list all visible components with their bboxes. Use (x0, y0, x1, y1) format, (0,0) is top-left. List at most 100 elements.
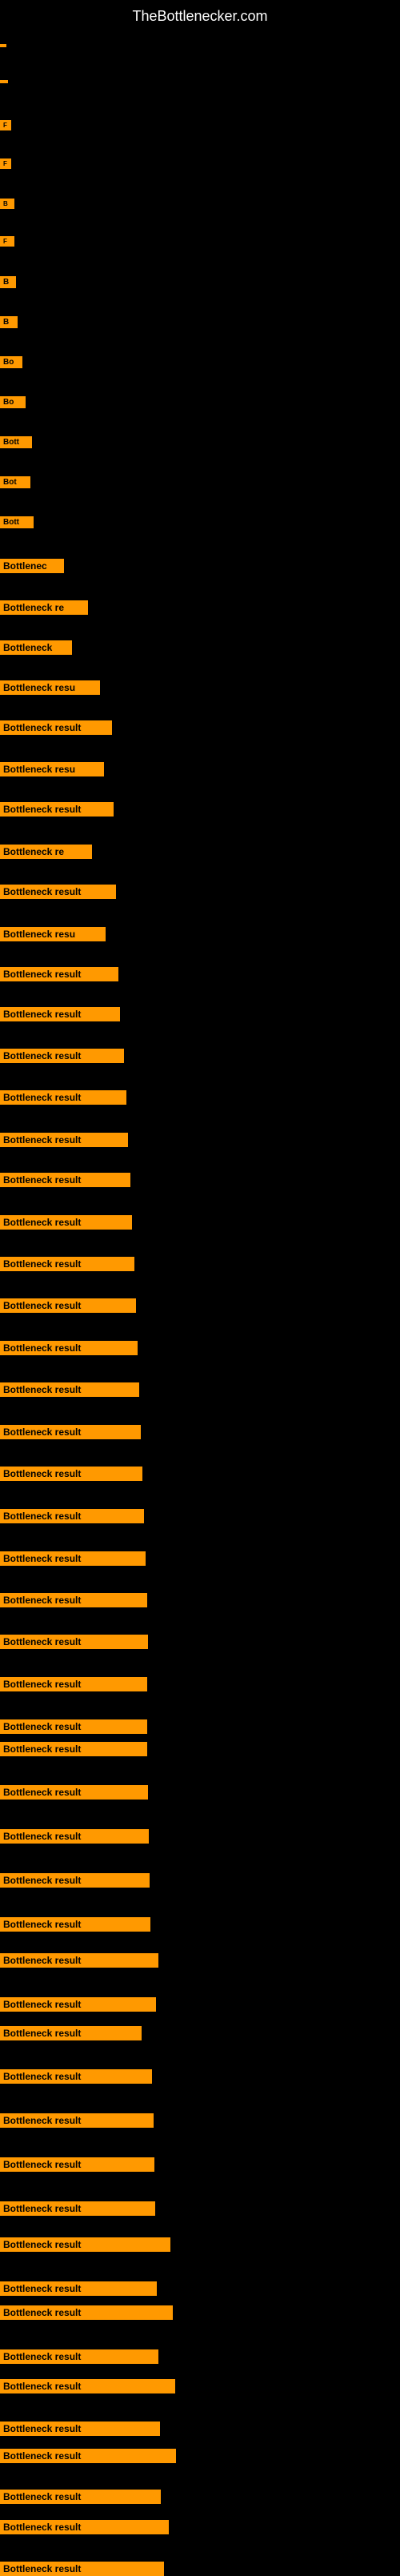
bar-item: Bottleneck result (0, 2349, 158, 2364)
bar-label: Bottleneck resu (0, 927, 106, 941)
bar-item: Bottleneck result (0, 1425, 141, 1439)
bar-label: Bottleneck result (0, 1742, 147, 1756)
bar-item: Bottleneck result (0, 802, 114, 817)
bar-label: Bottleneck result (0, 2490, 161, 2504)
bar-label: Bottleneck result (0, 2157, 154, 2172)
bar-item: Bottleneck re (0, 845, 92, 859)
bar-label: Bottleneck result (0, 1677, 147, 1691)
bar-item: B (0, 276, 16, 288)
bar-label: Bottleneck result (0, 2113, 154, 2128)
bar-label: Bottleneck result (0, 1090, 126, 1105)
bar-label: Bottleneck result (0, 2069, 152, 2084)
bar-item: Bottleneck result (0, 2305, 173, 2320)
bar-item: Bottleneck result (0, 1742, 147, 1756)
bar-item: Bottleneck result (0, 2157, 154, 2172)
bar-item: Bottleneck result (0, 2237, 170, 2252)
bar-item: Bottleneck result (0, 1593, 147, 1607)
bar-item: Bottleneck resu (0, 927, 106, 941)
bar-item: Bottleneck result (0, 1257, 134, 1271)
bar-item: Bottleneck resu (0, 762, 104, 776)
bar-label: Bottleneck result (0, 1007, 120, 1021)
bar-label: Bottleneck result (0, 885, 116, 899)
bar-item (0, 80, 8, 83)
bar-item: Bottleneck result (0, 1873, 150, 1888)
bar-item: Bottleneck result (0, 2201, 155, 2216)
bar-item: Bottleneck result (0, 1829, 149, 1844)
bar-item: Bottleneck result (0, 1298, 136, 1313)
bar-label: Bottleneck result (0, 1635, 148, 1649)
bar-label: Bottleneck result (0, 1173, 130, 1187)
bar-item: Bottleneck result (0, 1382, 139, 1397)
bar-label: Bottleneck result (0, 1133, 128, 1147)
bar-item: Bottleneck result (0, 1049, 124, 1063)
bar-label: Bottleneck result (0, 1551, 146, 1566)
bar-item: Bottleneck (0, 640, 72, 655)
bar-item: Bottleneck result (0, 720, 112, 735)
bar-item: Bott (0, 436, 32, 448)
bar-item: Bottleneck result (0, 885, 116, 899)
bar-label: B (0, 276, 16, 288)
bar-item: Bottleneck result (0, 1341, 138, 1355)
bar-label: Bottleneck result (0, 2562, 164, 2576)
bar-label: Bottleneck result (0, 802, 114, 817)
bar-item: Bottleneck result (0, 1133, 128, 1147)
bar-label: Bottleneck result (0, 1298, 136, 1313)
bar-label: Bottleneck result (0, 1873, 150, 1888)
bar-item: F (0, 158, 11, 169)
bar-item: B (0, 199, 14, 209)
bar-label: Bottleneck resu (0, 762, 104, 776)
bar-item: Bo (0, 356, 22, 368)
bar-label: Bottleneck result (0, 2520, 169, 2534)
bar-label: Bottleneck result (0, 1382, 139, 1397)
bar-item: Bottleneck result (0, 1467, 142, 1481)
bar-label: Bottleneck result (0, 1257, 134, 1271)
bar-label: Bottleneck result (0, 1509, 144, 1523)
bar-item: B (0, 316, 18, 328)
bar-item: Bottleneck result (0, 1785, 148, 1800)
bar-item: Bottleneck re (0, 600, 88, 615)
bar-label: Bottleneck result (0, 1425, 141, 1439)
bar-label: Bott (0, 436, 32, 448)
bar-label: Bottleneck result (0, 2201, 155, 2216)
bar-label: Bottleneck result (0, 1719, 147, 1734)
bar-item: Bottleneck result (0, 2113, 154, 2128)
bar-label: Bottleneck result (0, 967, 118, 981)
bar-item: Bottleneck result (0, 2490, 161, 2504)
bar-item: F (0, 236, 14, 247)
bar-label: Bottleneck result (0, 1593, 147, 1607)
bar-label: Bott (0, 516, 34, 528)
bar-item: Bottleneck result (0, 1677, 147, 1691)
bar-label: Bottleneck result (0, 2281, 157, 2296)
bar-label: Bottleneck result (0, 1997, 156, 2012)
bar-label (0, 80, 8, 83)
bar-label: B (0, 316, 18, 328)
bar-item: Bottleneck result (0, 2379, 175, 2393)
bar-label: Bottleneck result (0, 1829, 149, 1844)
bar-label: Bottleneck result (0, 2026, 142, 2040)
bar-item: Bo (0, 396, 26, 408)
bar-label: Bottleneck result (0, 2237, 170, 2252)
bar-item: Bottleneck resu (0, 680, 100, 695)
bar-label: Bottleneck result (0, 2379, 175, 2393)
bar-label (0, 44, 6, 47)
bar-item: Bottleneck result (0, 1090, 126, 1105)
bar-label: F (0, 236, 14, 247)
bar-label: B (0, 199, 14, 209)
bar-label: F (0, 158, 11, 169)
bar-item: Bottlenec (0, 559, 64, 573)
bar-item: Bottleneck result (0, 2449, 176, 2463)
bar-item: Bottleneck result (0, 1719, 147, 1734)
bar-item: Bottleneck result (0, 2520, 169, 2534)
bar-item: Bottleneck result (0, 1551, 146, 1566)
bar-label: Bottleneck result (0, 1785, 148, 1800)
bar-item: Bottleneck result (0, 967, 118, 981)
bar-item: Bottleneck result (0, 1509, 144, 1523)
bar-label: F (0, 120, 11, 130)
site-title: TheBottlenecker.com (0, 0, 400, 29)
bar-label: Bottleneck result (0, 2422, 160, 2436)
bar-item: Bottleneck result (0, 1007, 120, 1021)
bar-item: Bottleneck result (0, 1917, 150, 1932)
bar-item: Bottleneck result (0, 2026, 142, 2040)
bar-label: Bottleneck result (0, 2449, 176, 2463)
bar-item: Bottleneck result (0, 1635, 148, 1649)
